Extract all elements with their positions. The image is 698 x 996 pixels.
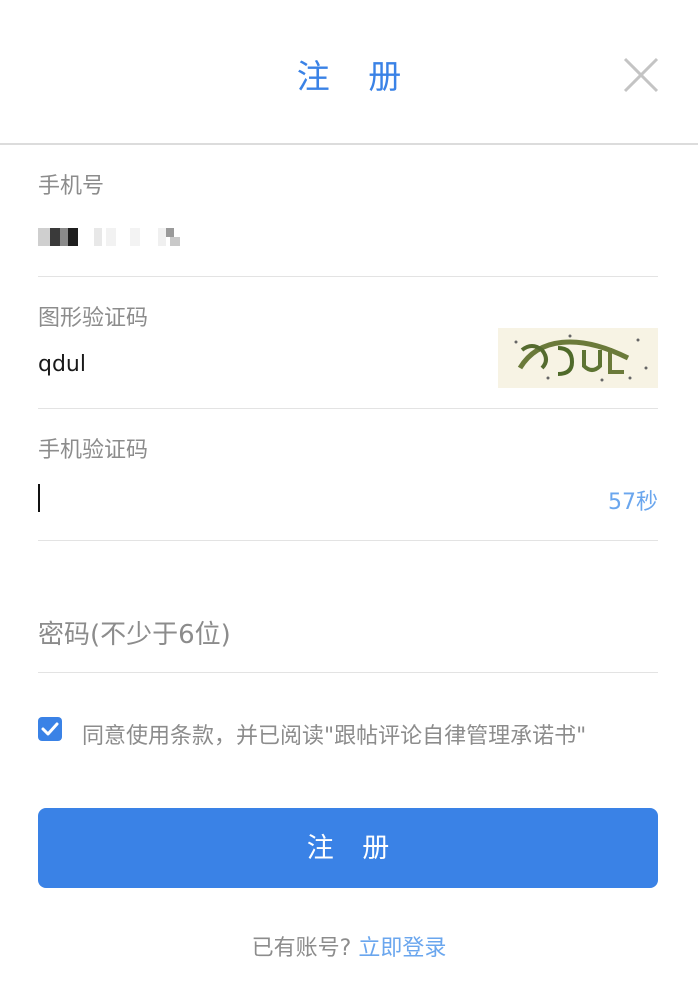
sms-code-label: 手机验证码 [38, 438, 149, 463]
register-button[interactable]: 注 册 [38, 808, 658, 888]
password-input[interactable]: 密码(不少于6位) [38, 614, 231, 651]
login-link[interactable]: 立即登录 [358, 936, 446, 961]
footer-prompt: 已有账号? [251, 936, 352, 961]
sms-code-divider [38, 540, 658, 541]
dialog-title: 注 册 [296, 57, 416, 96]
agreement-checkbox[interactable] [38, 717, 62, 741]
sms-countdown-button[interactable]: 57秒 [560, 484, 658, 516]
agreement-text[interactable]: 同意使用条款，并已阅读"跟帖评论自律管理承诺书" [82, 718, 586, 750]
captcha-input[interactable]: qdul [38, 352, 86, 377]
captcha-divider [38, 408, 658, 409]
captcha-label: 图形验证码 [38, 306, 149, 331]
phone-input[interactable] [38, 228, 188, 246]
phone-label: 手机号 [38, 174, 105, 199]
captcha-image[interactable] [498, 328, 658, 388]
footer: 已有账号? 立即登录 [0, 930, 698, 962]
password-divider [38, 672, 658, 673]
phone-divider [38, 276, 658, 277]
dialog-header: 注 册 [0, 0, 698, 145]
close-icon[interactable] [622, 56, 660, 94]
sms-code-input[interactable] [38, 484, 40, 512]
